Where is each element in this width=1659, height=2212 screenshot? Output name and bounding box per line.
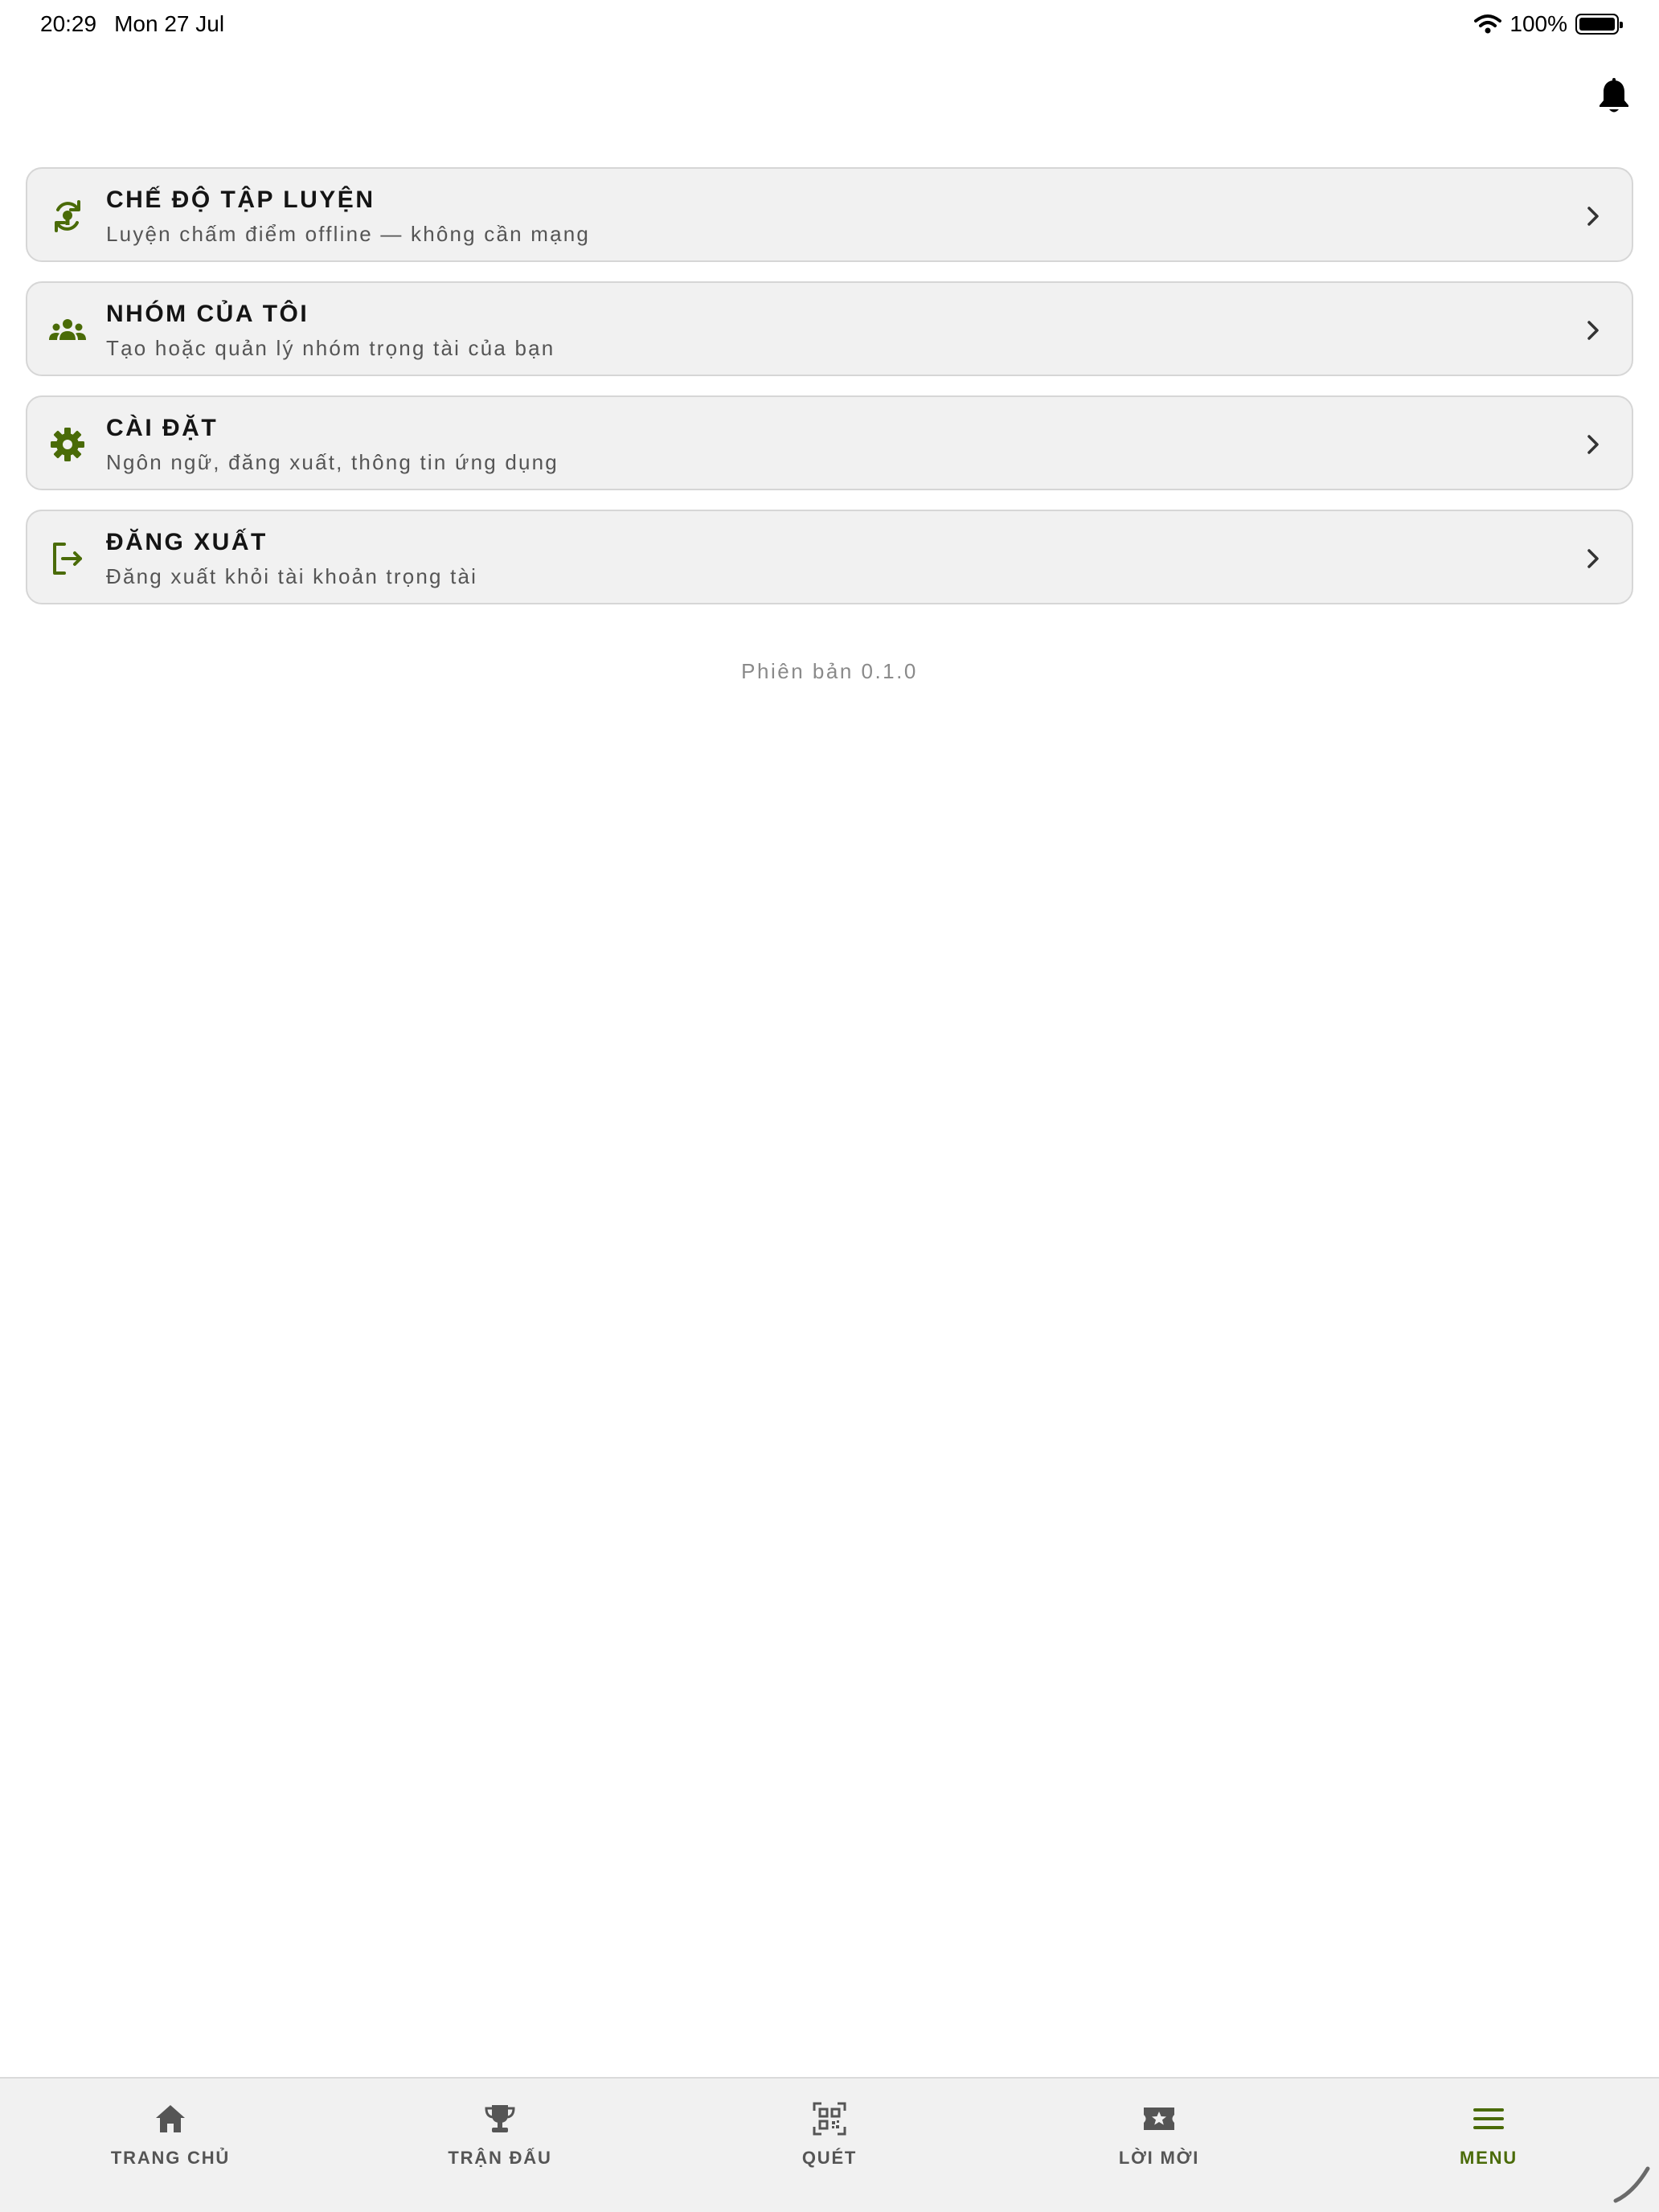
menu-screen: 20:29 Mon 27 Jul 100% CHẾ ĐỘ TẬP LUYỆN L… (0, 0, 1659, 2212)
status-bar: 20:29 Mon 27 Jul 100% (0, 0, 1659, 51)
chevron-right-icon (1587, 207, 1599, 226)
tab-label: LỜI MỜI (1118, 2148, 1200, 2168)
gear-icon (51, 428, 84, 461)
chevron-right-icon (1587, 435, 1599, 454)
menu-item-title: ĐĂNG XUẤT (106, 529, 268, 555)
bottom-tab-bar: TRANG CHỦ TRẬN ĐẤU QUÉT LỜI MỜI MENU (0, 2077, 1659, 2212)
tab-label: TRẬN ĐẤU (448, 2148, 552, 2168)
menu-item-title: CÀI ĐẶT (106, 415, 219, 441)
status-time: 20:29 (40, 11, 97, 36)
home-icon (156, 2105, 185, 2132)
menu-item-title: CHẾ ĐỘ TẬP LUYỆN (106, 186, 375, 213)
tab-matches[interactable]: TRẬN ĐẤU (379, 2079, 621, 2212)
menu-icon (1473, 2108, 1504, 2129)
tab-scan[interactable]: QUÉT (709, 2079, 950, 2212)
tab-label: QUÉT (801, 2148, 858, 2168)
menu-item-settings[interactable]: CÀI ĐẶT Ngôn ngữ, đăng xuất, thông tin ứ… (26, 395, 1633, 490)
tab-label: MENU (1460, 2148, 1518, 2168)
tab-invitations[interactable]: LỜI MỜI (1038, 2079, 1280, 2212)
app-version: Phiên bản 0.1.0 (741, 659, 918, 683)
menu-item-title: NHÓM CỦA TÔI (106, 301, 309, 327)
bell-icon[interactable] (1596, 77, 1632, 116)
menu-item-my-group[interactable]: NHÓM CỦA TÔI Tạo hoặc quản lý nhóm trọng… (26, 281, 1633, 376)
tab-menu[interactable]: MENU (1368, 2079, 1609, 2212)
menu-item-practice-mode[interactable]: CHẾ ĐỘ TẬP LUYỆN Luyện chấm điểm offline… (26, 167, 1633, 262)
status-date: Mon 27 Jul (114, 11, 225, 36)
tab-home[interactable]: TRANG CHỦ (50, 2079, 291, 2212)
menu-list: CHẾ ĐỘ TẬP LUYỆN Luyện chấm điểm offline… (26, 167, 1633, 624)
chevron-right-icon (1587, 549, 1599, 568)
chevron-right-icon (1587, 321, 1599, 340)
menu-item-subtitle: Đăng xuất khỏi tài khoản trọng tài (106, 564, 478, 588)
trophy-icon (485, 2105, 515, 2132)
logout-icon (53, 543, 82, 575)
qr-scan-icon (813, 2102, 846, 2136)
ticket-star-icon (1144, 2108, 1174, 2130)
practice-cycle-icon (55, 200, 80, 232)
group-icon (49, 319, 86, 340)
menu-item-subtitle: Luyện chấm điểm offline — không cần mạng (106, 222, 591, 246)
menu-item-subtitle: Tạo hoặc quản lý nhóm trọng tài của bạn (106, 336, 555, 360)
menu-item-subtitle: Ngôn ngữ, đăng xuất, thông tin ứng dụng (106, 450, 559, 474)
resize-handle-icon (1613, 2166, 1650, 2203)
battery-icon (1575, 14, 1623, 35)
tab-label: TRANG CHỦ (110, 2148, 231, 2168)
menu-item-logout[interactable]: ĐĂNG XUẤT Đăng xuất khỏi tài khoản trọng… (26, 510, 1633, 604)
wifi-icon (1474, 14, 1502, 34)
battery-percent: 100% (1509, 11, 1567, 36)
